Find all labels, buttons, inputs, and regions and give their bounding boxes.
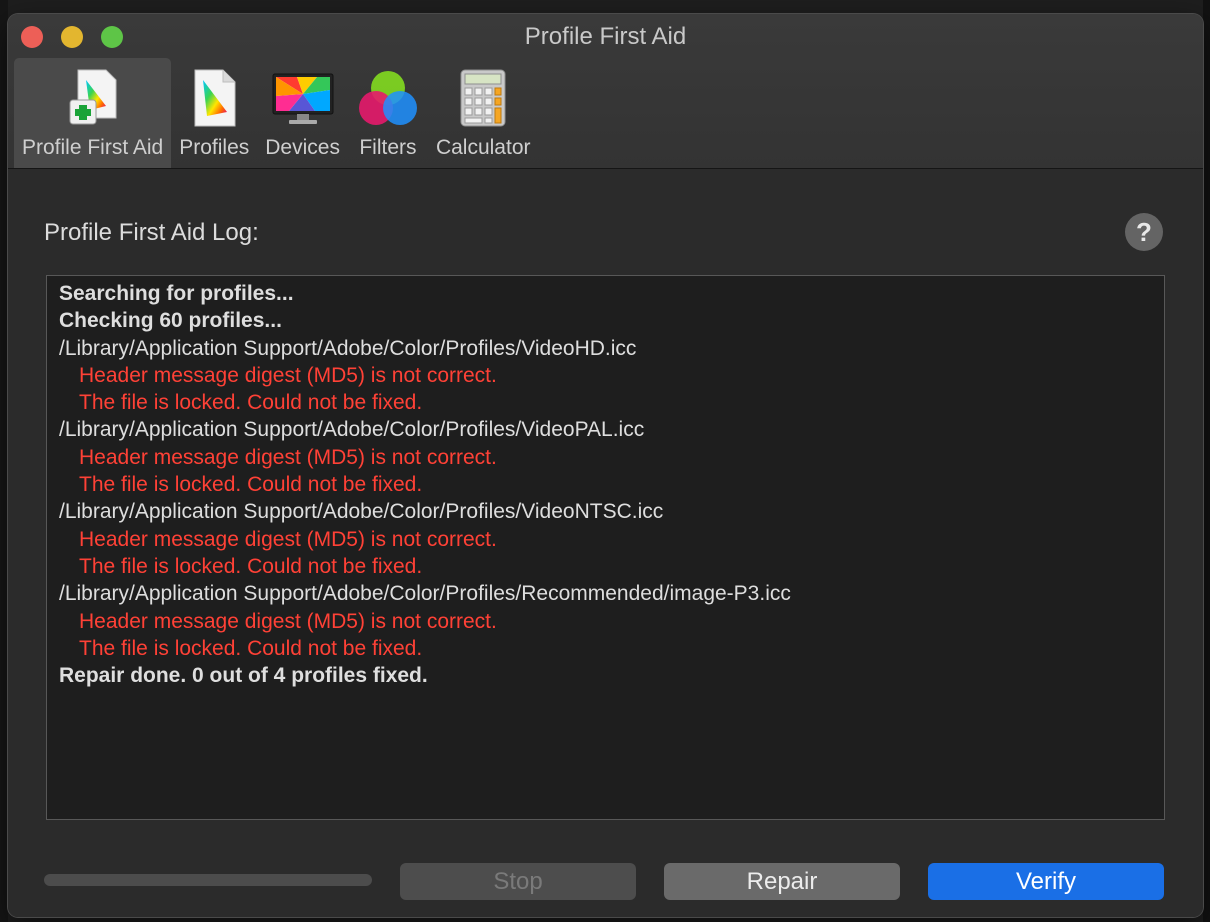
verify-button[interactable]: Verify <box>928 863 1164 900</box>
log-path-line: /Library/Application Support/Adobe/Color… <box>59 418 645 442</box>
log-error-line: The file is locked. Could not be fixed. <box>79 554 423 578</box>
first-aid-profile-icon <box>69 69 117 125</box>
color-filters-icon <box>358 71 417 125</box>
log-status-line: Searching for profiles... <box>59 282 294 305</box>
display-monitor-icon <box>272 73 334 124</box>
tab-label: Profile First Aid <box>22 136 164 159</box>
progress-bar <box>44 874 372 886</box>
log-error-line: The file is locked. Could not be fixed. <box>79 636 423 660</box>
repair-button[interactable]: Repair <box>664 863 900 900</box>
help-button[interactable]: ? <box>1125 213 1163 251</box>
tab-label: Filters <box>359 136 417 159</box>
profile-document-icon <box>194 69 236 127</box>
main-content: Profile First Aid Log: ? Searching for p… <box>8 169 1203 917</box>
log-error-line: Header message digest (MD5) is not corre… <box>79 445 497 469</box>
log-error-line: Header message digest (MD5) is not corre… <box>79 527 497 551</box>
tab-label: Calculator <box>435 136 531 159</box>
log-text-area[interactable]: Searching for profiles... Checking 60 pro… <box>46 275 1165 820</box>
log-status-line: Repair done. 0 out of 4 profiles fixed. <box>59 664 428 688</box>
stop-button[interactable]: Stop <box>400 863 636 900</box>
tab-calculator[interactable]: Calculator <box>428 58 539 168</box>
tab-devices[interactable]: Devices <box>257 58 348 168</box>
title-bar: Profile First Aid Profile First Aid Prof… <box>8 14 1203 169</box>
tab-filters[interactable]: Filters <box>348 58 428 168</box>
log-error-line: The file is locked. Could not be fixed. <box>79 473 423 497</box>
tab-profile-first-aid[interactable]: Profile First Aid <box>14 58 172 168</box>
log-status-line: Checking 60 profiles... <box>59 309 282 333</box>
log-error-line: Header message digest (MD5) is not corre… <box>79 363 497 387</box>
app-window: Profile First Aid Profile First Aid Prof… <box>8 14 1203 917</box>
tab-label: Profiles <box>179 136 250 159</box>
log-path-line: /Library/Application Support/Adobe/Color… <box>59 500 664 524</box>
window-title: Profile First Aid <box>524 23 687 50</box>
log-path-line: /Library/Application Support/Adobe/Color… <box>59 336 637 360</box>
log-heading: Profile First Aid Log: <box>44 219 259 246</box>
desktop-background-right <box>1203 0 1210 922</box>
desktop-background-left <box>0 0 8 922</box>
tab-profiles[interactable]: Profiles <box>171 58 257 168</box>
toolbar: Profile First Aid Profiles Devices Filte… <box>14 58 539 168</box>
log-path-line: /Library/Application Support/Adobe/Color… <box>59 582 791 606</box>
tab-label: Devices <box>265 136 340 159</box>
calculator-icon <box>460 69 506 127</box>
log-error-line: Header message digest (MD5) is not corre… <box>79 609 497 633</box>
log-error-line: The file is locked. Could not be fixed. <box>79 391 423 415</box>
